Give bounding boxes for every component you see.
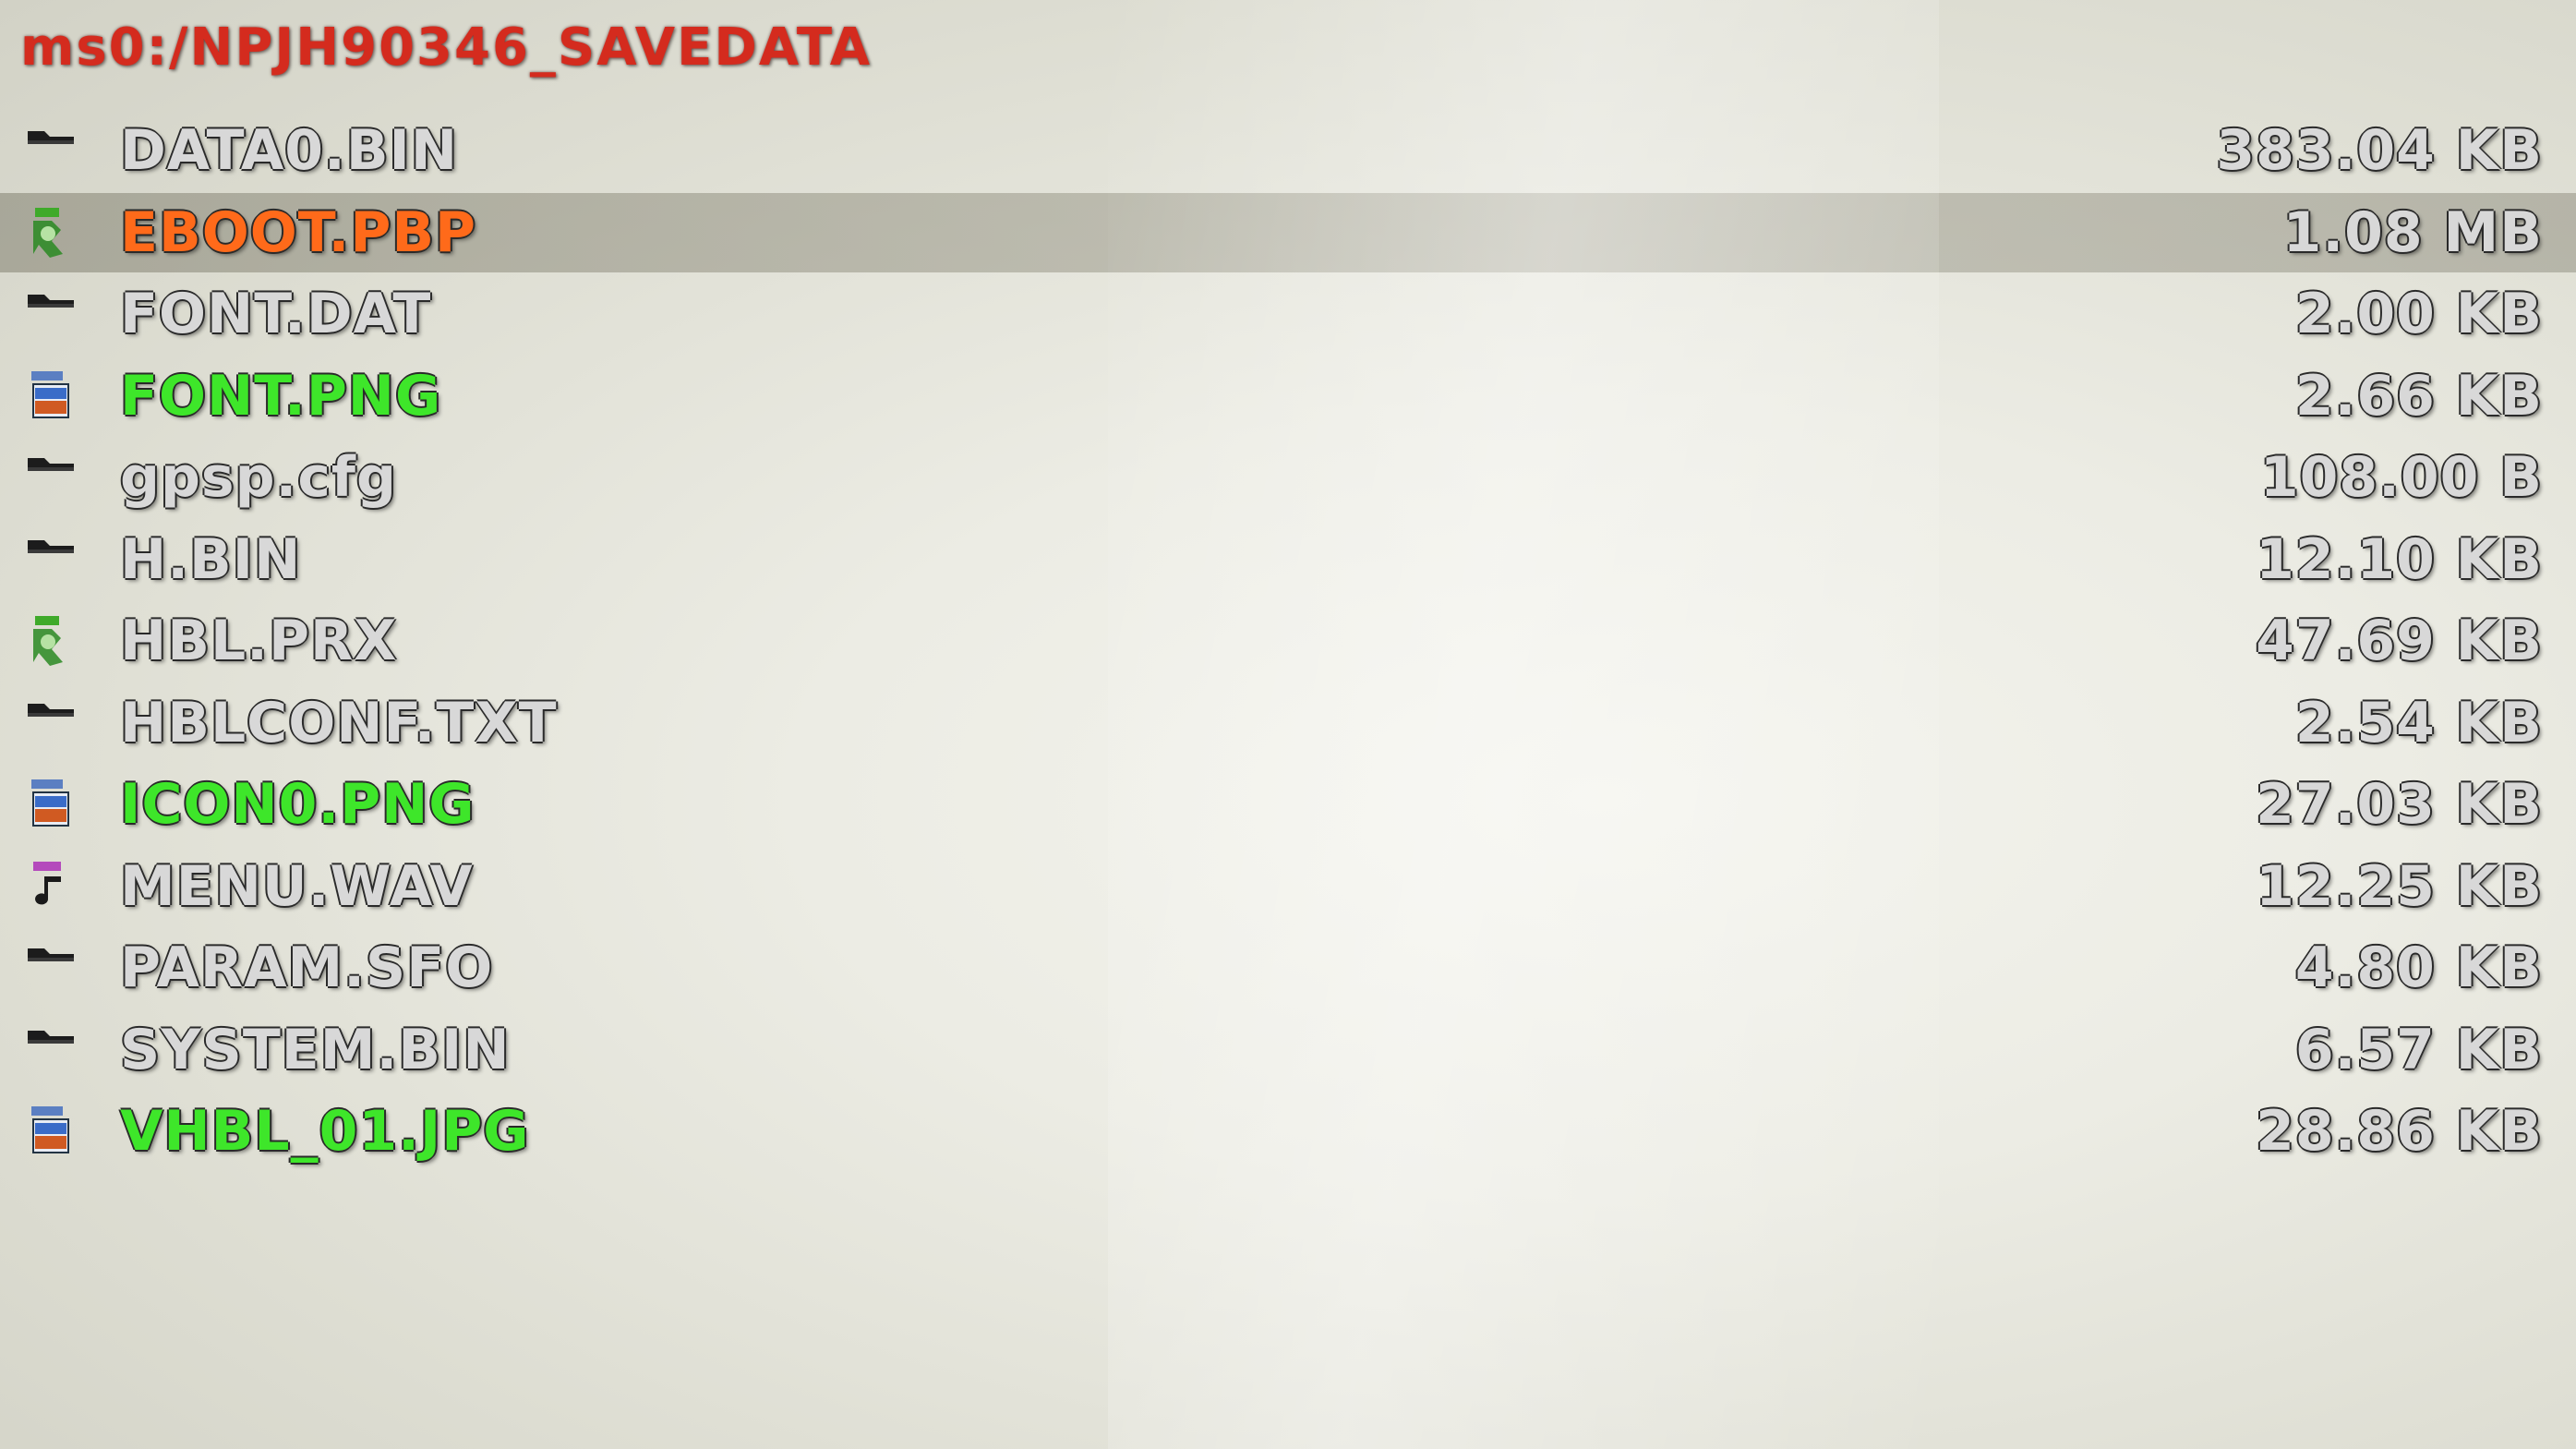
file-icon (24, 1023, 78, 1077)
file-name: DATA0.BIN (120, 118, 459, 183)
image-icon (24, 369, 78, 423)
file-row[interactable]: PARAM.SFO 4.80 KB (0, 928, 2576, 1008)
music-icon (24, 860, 78, 913)
file-row[interactable]: MENU.WAV 12.25 KB (0, 847, 2576, 926)
file-icon (24, 287, 78, 341)
file-icon (24, 941, 78, 995)
file-size: 108.00 B (2259, 445, 2543, 510)
file-size: 28.86 KB (2256, 1099, 2543, 1164)
file-icon (24, 124, 78, 177)
file-row[interactable]: HBLCONF.TXT 2.54 KB (0, 683, 2576, 763)
file-size: 2.00 KB (2294, 282, 2543, 346)
file-size: 27.03 KB (2256, 772, 2543, 837)
file-name: gpsp.cfg (120, 445, 397, 510)
file-icon (24, 696, 78, 750)
file-list: DATA0.BIN 383.04 KB EBOOT.PBP 1.08 MB FONT.D… (0, 111, 2576, 1367)
file-icon (24, 533, 78, 586)
file-row[interactable]: HBL.PRX 47.69 KB (0, 601, 2576, 681)
file-row[interactable]: gpsp.cfg 108.00 B (0, 438, 2576, 517)
file-row[interactable]: FONT.DAT 2.00 KB (0, 274, 2576, 354)
file-name: ICON0.PNG (120, 772, 475, 837)
file-browser-screen: ms0:/NPJH90346_SAVEDATA DATA0.BIN 383.04 … (0, 0, 2576, 1449)
file-row[interactable]: H.BIN 12.10 KB (0, 520, 2576, 599)
file-name: HBL.PRX (120, 609, 398, 673)
file-size: 12.25 KB (2256, 853, 2543, 919)
file-name: VHBL_01.JPG (120, 1099, 530, 1164)
file-name: SYSTEM.BIN (120, 1017, 511, 1082)
file-row[interactable]: DATA0.BIN 383.04 KB (0, 111, 2576, 190)
file-size: 2.54 KB (2294, 690, 2543, 755)
file-size: 2.66 KB (2294, 363, 2543, 429)
file-name: PARAM.SFO (120, 936, 494, 1000)
file-name: FONT.PNG (120, 363, 442, 429)
file-size: 383.04 KB (2216, 118, 2543, 183)
file-name: FONT.DAT (120, 282, 432, 346)
file-name: MENU.WAV (120, 853, 474, 919)
file-name: HBLCONF.TXT (120, 690, 558, 755)
file-size: 12.10 KB (2256, 526, 2543, 592)
file-name: H.BIN (120, 526, 302, 592)
current-path: ms0:/NPJH90346_SAVEDATA (20, 18, 873, 78)
file-size: 4.80 KB (2294, 936, 2543, 1000)
executable-icon (24, 206, 78, 260)
file-icon (24, 451, 78, 504)
image-icon (24, 1105, 78, 1158)
file-size: 47.69 KB (2256, 609, 2543, 673)
file-row[interactable]: FONT.PNG 2.66 KB (0, 356, 2576, 436)
file-row[interactable]: SYSTEM.BIN 6.57 KB (0, 1010, 2576, 1090)
file-size: 6.57 KB (2294, 1017, 2543, 1082)
image-icon (24, 778, 78, 831)
file-size: 1.08 MB (2282, 199, 2543, 265)
file-name: EBOOT.PBP (120, 199, 477, 265)
file-row[interactable]: ICON0.PNG 27.03 KB (0, 765, 2576, 844)
file-row[interactable]: EBOOT.PBP 1.08 MB (0, 192, 2576, 272)
executable-icon (24, 614, 78, 668)
file-row[interactable]: VHBL_01.JPG 28.86 KB (0, 1092, 2576, 1171)
